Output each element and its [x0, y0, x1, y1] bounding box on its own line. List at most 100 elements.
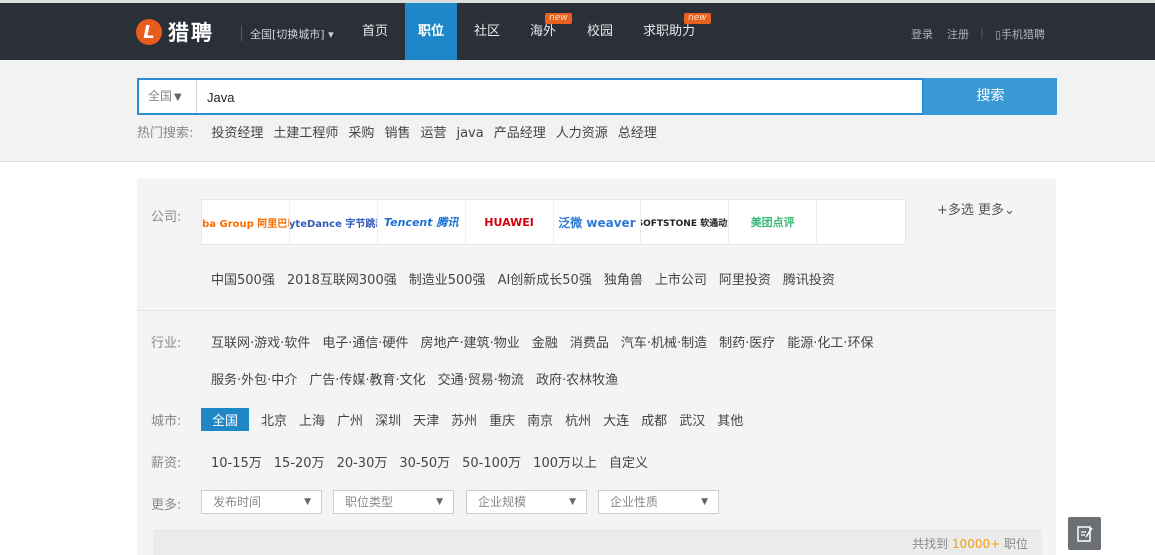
company-logo-isoftstone[interactable]: iSOFTSTONE 软通动力 [641, 200, 730, 244]
city-option[interactable]: 北京 [261, 408, 287, 431]
triangle-down-icon: ▼ [436, 497, 443, 507]
dropdown-label: 发布时间 [213, 495, 262, 509]
company-logo-empty-slot [817, 200, 905, 244]
nav-right-separator: | [980, 26, 984, 39]
salary-filter-label: 薪资: [151, 456, 182, 471]
industry-option[interactable]: 消费品 [570, 332, 609, 351]
city-switch-label: 全国[切换城市] [250, 28, 325, 41]
hot-search-item[interactable]: 销售 [384, 124, 410, 144]
nav-overseas[interactable]: 海外 [530, 3, 556, 60]
filter-divider [137, 310, 1056, 311]
salary-option[interactable]: 15-20万 [274, 452, 325, 471]
nav-jobs[interactable]: 职位 [405, 3, 458, 60]
company-nature-dropdown[interactable]: 企业性质 ▼ [598, 490, 719, 514]
company-logo-weaver[interactable]: 泛微 weaver [554, 200, 642, 244]
search-scope-label: 全国 [148, 89, 173, 103]
multi-select-button[interactable]: +多选 [937, 203, 974, 218]
mobile-app-link[interactable]: ▯手机猎聘 [995, 26, 1045, 42]
city-option[interactable]: 武汉 [679, 408, 705, 431]
hot-search-item[interactable]: 投资经理 [211, 124, 263, 144]
logo-mark-icon: L [136, 19, 162, 45]
filter-panel: 公司: Alibaba Group 阿里巴巴集团 ByteDance 字节跳动 … [137, 179, 1056, 555]
city-option[interactable]: 成都 [641, 408, 667, 431]
salary-option[interactable]: 30-50万 [399, 452, 450, 471]
result-suffix: 职位 [1003, 537, 1028, 551]
company-logo-bytedance[interactable]: ByteDance 字节跳动 [290, 200, 378, 244]
publish-time-dropdown[interactable]: 发布时间 ▼ [201, 490, 322, 514]
city-option[interactable]: 南京 [527, 408, 553, 431]
city-switch[interactable]: 全国[切换城市] ▾ [250, 26, 334, 42]
company-tag[interactable]: 独角兽 [604, 269, 643, 288]
city-option-active[interactable]: 全国 [201, 408, 250, 431]
hot-search-item[interactable]: java [456, 124, 483, 144]
industry-option[interactable]: 制药·医疗 [719, 332, 775, 351]
hot-search-item[interactable]: 产品经理 [494, 124, 546, 144]
city-option[interactable]: 深圳 [375, 408, 401, 431]
hot-search-item[interactable]: 采购 [348, 124, 374, 144]
company-logo-tencent[interactable]: Tencent 腾讯 [378, 200, 466, 244]
industry-option[interactable]: 广告·传媒·教育·文化 [309, 369, 425, 388]
industry-row-2: 服务·外包·中介 广告·传媒·教育·文化 交通·贸易·物流 政府·农林牧渔 [211, 369, 630, 388]
salary-option[interactable]: 20-30万 [337, 452, 388, 471]
city-option[interactable]: 广州 [337, 408, 363, 431]
city-option[interactable]: 大连 [603, 408, 629, 431]
company-tag[interactable]: 制造业500强 [409, 269, 486, 288]
industry-option[interactable]: 房地产·建筑·物业 [421, 332, 520, 351]
city-option[interactable]: 天津 [413, 408, 439, 431]
search-scope-select[interactable]: 全国 ▼ [139, 80, 197, 113]
company-tag[interactable]: 阿里投资 [719, 269, 771, 288]
nav-home[interactable]: 首页 [362, 3, 388, 60]
salary-option[interactable]: 自定义 [609, 452, 648, 471]
company-logo-strip: Alibaba Group 阿里巴巴集团 ByteDance 字节跳动 Tenc… [201, 199, 906, 245]
city-option[interactable]: 重庆 [489, 408, 515, 431]
site-logo[interactable]: L 猎聘 [136, 16, 214, 48]
company-tag[interactable]: 上市公司 [655, 269, 707, 288]
industry-option[interactable]: 互联网·游戏·软件 [211, 332, 310, 351]
company-tag[interactable]: 2018互联网300强 [287, 269, 397, 288]
hot-search-item[interactable]: 土建工程师 [273, 124, 338, 144]
industry-option[interactable]: 汽车·机械·制造 [621, 332, 707, 351]
nav-career-help[interactable]: 求职助力 [643, 3, 695, 60]
more-filter-label: 更多: [151, 498, 182, 513]
company-tag-row: 中国500强 2018互联网300强 制造业500强 AI创新成长50强 独角兽… [211, 269, 847, 288]
search-button[interactable]: 搜索 [924, 78, 1057, 115]
hot-search-item[interactable]: 总经理 [618, 124, 657, 144]
company-size-dropdown[interactable]: 企业规模 ▼ [466, 490, 587, 514]
company-logo-huawei[interactable]: HUAWEI [466, 200, 554, 244]
salary-option[interactable]: 10-15万 [211, 452, 262, 471]
company-logo-meituan[interactable]: 美团点评 [729, 200, 818, 244]
search-input[interactable] [207, 88, 907, 106]
more-companies-button[interactable]: 更多⌄ [978, 203, 1015, 218]
salary-option[interactable]: 100万以上 [533, 452, 597, 471]
feedback-button[interactable] [1068, 517, 1101, 550]
dropdown-label: 企业性质 [610, 495, 659, 509]
hot-search-item[interactable]: 人力资源 [556, 124, 608, 144]
industry-option[interactable]: 金融 [532, 332, 558, 351]
company-tag[interactable]: AI创新成长50强 [498, 269, 592, 288]
company-logo-alibaba[interactable]: Alibaba Group 阿里巴巴集团 [202, 200, 290, 244]
industry-option[interactable]: 服务·外包·中介 [211, 369, 297, 388]
hot-searches: 热门搜索: 投资经理 土建工程师 采购 销售 运营 java 产品经理 人力资源… [137, 124, 667, 144]
industry-option[interactable]: 政府·农林牧渔 [536, 369, 618, 388]
city-option[interactable]: 其他 [717, 408, 743, 431]
result-count-bar: 共找到 10000+ 职位 [153, 529, 1042, 555]
city-option[interactable]: 杭州 [565, 408, 591, 431]
company-tag[interactable]: 中国500强 [211, 269, 275, 288]
industry-row-1: 互联网·游戏·软件 电子·通信·硬件 房地产·建筑·物业 金融 消费品 汽车·机… [211, 332, 886, 351]
nav-community[interactable]: 社区 [474, 3, 500, 60]
salary-option[interactable]: 50-100万 [462, 452, 521, 471]
hot-search-item[interactable]: 运营 [420, 124, 446, 144]
industry-option[interactable]: 电子·通信·硬件 [322, 332, 408, 351]
city-option[interactable]: 上海 [299, 408, 325, 431]
city-option[interactable]: 苏州 [451, 408, 477, 431]
city-filter-label: 城市: [151, 414, 182, 429]
register-link[interactable]: 注册 [947, 26, 969, 42]
nav-campus[interactable]: 校园 [587, 3, 613, 60]
job-type-dropdown[interactable]: 职位类型 ▼ [333, 490, 454, 514]
triangle-down-icon: ▼ [174, 92, 182, 103]
company-tag[interactable]: 腾讯投资 [783, 269, 835, 288]
industry-option[interactable]: 交通·贸易·物流 [438, 369, 524, 388]
login-link[interactable]: 登录 [911, 26, 933, 42]
industry-option[interactable]: 能源·化工·环保 [787, 332, 873, 351]
triangle-down-icon: ▼ [304, 497, 311, 507]
